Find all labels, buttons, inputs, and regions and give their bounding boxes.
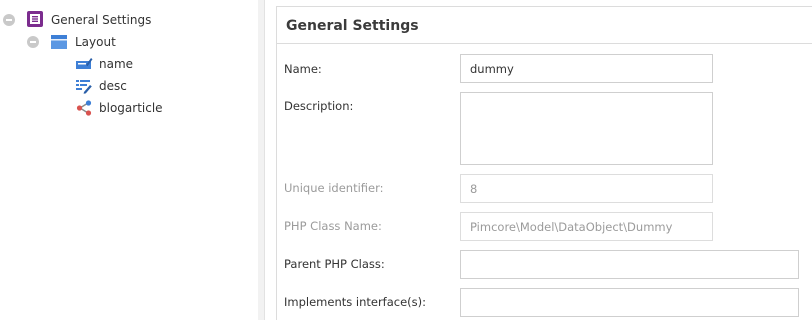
- tree-node-label: desc: [99, 79, 127, 93]
- panel-layout-icon: [50, 34, 68, 53]
- implements-interfaces-input[interactable]: [460, 288, 799, 317]
- class-editor: General Settings Layout name desc blogar…: [0, 0, 812, 320]
- class-definition-icon: [26, 10, 44, 31]
- class-tree-panel: General Settings Layout name desc blogar…: [0, 0, 259, 320]
- parent-php-class-label: Parent PHP Class:: [284, 257, 385, 271]
- relation-field-icon: [75, 99, 93, 120]
- unique-identifier-input: [460, 174, 713, 203]
- description-textarea[interactable]: [460, 92, 713, 165]
- unique-identifier-label: Unique identifier:: [284, 181, 384, 195]
- textarea-field-icon: [75, 78, 93, 97]
- panel-splitter[interactable]: [258, 0, 265, 320]
- tree-node-label: Layout: [75, 35, 116, 49]
- php-class-name-input: [460, 212, 713, 241]
- collapse-icon[interactable]: [27, 36, 39, 48]
- description-label: Description:: [284, 99, 354, 113]
- form-header: General Settings: [277, 7, 812, 44]
- name-input[interactable]: [460, 54, 713, 83]
- parent-php-class-input[interactable]: [460, 250, 799, 279]
- form-title: General Settings: [286, 18, 419, 34]
- input-field-icon: [75, 56, 93, 75]
- php-class-name-label: PHP Class Name:: [284, 219, 382, 233]
- name-label: Name:: [284, 62, 322, 76]
- tree-node-label: blogarticle: [99, 101, 163, 115]
- implements-interfaces-label: Implements interface(s):: [284, 295, 427, 309]
- tree-node-label: name: [99, 57, 134, 71]
- tree-node-label: General Settings: [51, 13, 152, 27]
- collapse-icon[interactable]: [3, 14, 15, 26]
